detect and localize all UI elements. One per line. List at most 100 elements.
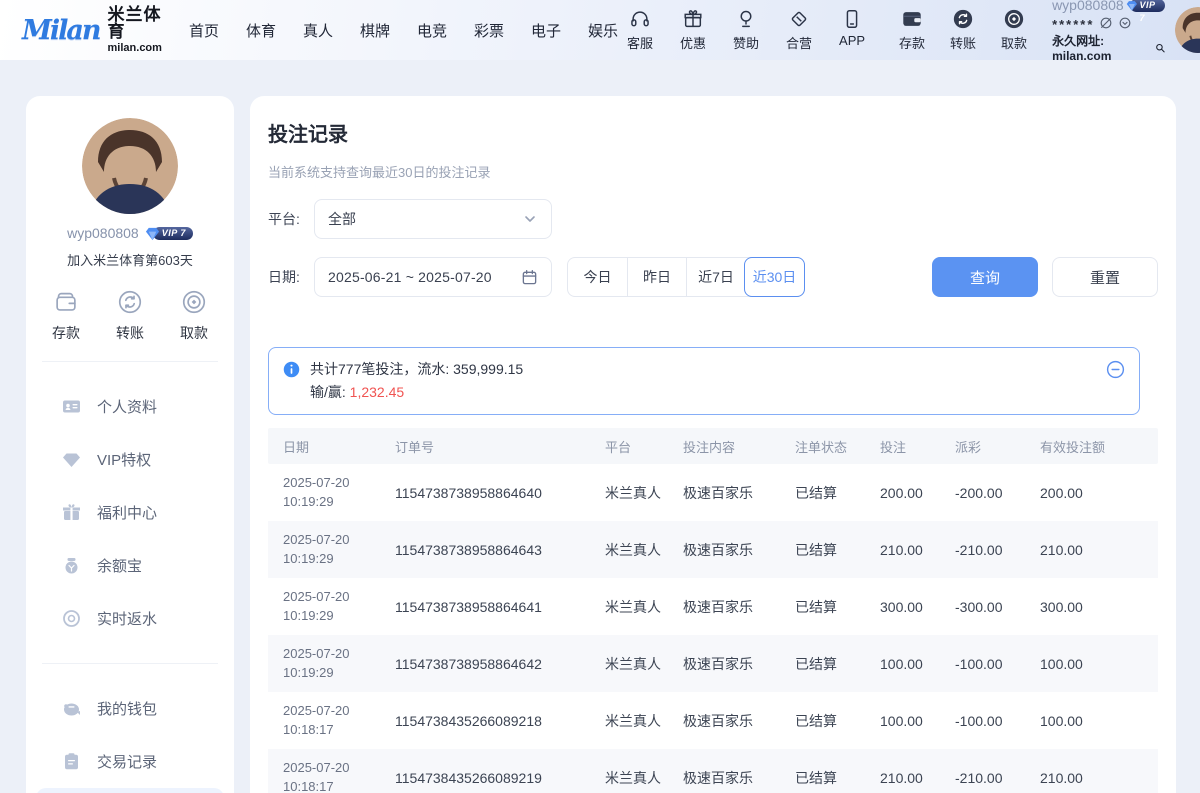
cell-payout: -100.00	[955, 713, 1040, 729]
cell-valid-bet: 100.00	[1040, 713, 1143, 729]
gift-icon	[682, 8, 704, 30]
cell-platform: 米兰真人	[605, 597, 683, 617]
cell-valid-bet: 200.00	[1040, 485, 1143, 501]
cell-valid-bet: 100.00	[1040, 656, 1143, 672]
col-header-order: 订单号	[395, 437, 605, 456]
cell-valid-bet: 210.00	[1040, 542, 1143, 558]
bet-records-table: 日期 订单号 平台 投注内容 注单状态 投注 派彩 有效投注额 2025-07-…	[268, 428, 1158, 793]
logo-cn-name: 米兰体育	[108, 6, 162, 40]
sidebar-item-rebate[interactable]: 实时返水	[26, 592, 234, 645]
clipboard-icon	[62, 752, 81, 771]
col-header-content: 投注内容	[683, 437, 795, 456]
deposit-button[interactable]: 存款	[890, 8, 934, 52]
menu-label: 个人资料	[97, 396, 157, 417]
logo-domain: milan.com	[108, 43, 162, 54]
table-row: 2025-07-20 10:18:17 1154738435266089219 …	[268, 749, 1158, 793]
minus-circle-icon	[1106, 360, 1125, 379]
divider	[42, 663, 218, 664]
withdraw-button[interactable]: 取款	[992, 8, 1036, 52]
cell-date: 2025-07-20 10:19:29	[283, 474, 395, 512]
sidebar-withdraw-button[interactable]: 取款	[180, 288, 208, 343]
col-header-platform: 平台	[605, 437, 683, 456]
cell-order-number: 1154738435266089218	[395, 713, 605, 729]
id-card-icon	[62, 397, 81, 416]
wallet-label: 转账	[950, 33, 976, 52]
promotions-button[interactable]: 优惠	[671, 8, 715, 52]
sidebar-transfer-button[interactable]: 转账	[116, 288, 144, 343]
cell-order-number: 1154738738958864641	[395, 599, 605, 615]
platform-select[interactable]: 全部	[314, 199, 552, 239]
date-range-input[interactable]: 2025-06-21 ~ 2025-07-20	[314, 257, 552, 297]
nav-item-cards[interactable]: 棋牌	[360, 20, 390, 41]
reset-button[interactable]: 重置	[1052, 257, 1158, 297]
platform-selected-value: 全部	[328, 209, 356, 229]
sidebar-item-welfare[interactable]: 福利中心	[26, 486, 234, 539]
app-download-button[interactable]: APP	[830, 8, 874, 52]
service-label: 赞助	[733, 33, 759, 52]
cell-bet-content: 极速百家乐	[683, 483, 795, 503]
cell-status: 已结算	[795, 597, 880, 617]
cell-date-time: 10:19:29	[283, 493, 387, 512]
sidebar-item-transactions[interactable]: 交易记录	[26, 735, 234, 788]
user-avatar[interactable]	[1175, 7, 1200, 53]
sidebar-item-my-wallet[interactable]: 我的钱包	[26, 682, 234, 735]
nav-item-lottery[interactable]: 彩票	[474, 20, 504, 41]
table-row: 2025-07-20 10:19:29 1154738738958864641 …	[268, 578, 1158, 635]
customer-service-button[interactable]: 客服	[618, 8, 662, 52]
nav-item-esports[interactable]: 电竞	[417, 20, 447, 41]
range-yesterday-button[interactable]: 昨日	[627, 258, 686, 296]
table-row: 2025-07-20 10:19:29 1154738738958864642 …	[268, 635, 1158, 692]
cell-bet-content: 极速百家乐	[683, 597, 795, 617]
cell-date-time: 10:19:29	[283, 607, 387, 626]
service-label: 优惠	[680, 33, 706, 52]
vip-badge: VIP 7	[145, 226, 193, 241]
col-header-valid: 有效投注额	[1040, 437, 1143, 456]
divider	[42, 361, 218, 362]
cell-payout: -200.00	[955, 485, 1040, 501]
search-button[interactable]: 查询	[932, 257, 1038, 297]
nav-item-entertainment[interactable]: 娱乐	[588, 20, 618, 41]
permanent-url-label: 永久网址: milan.com	[1052, 32, 1152, 63]
platform-label: 平台:	[268, 209, 314, 229]
sidebar-item-bet-records[interactable]: 投注记录	[36, 788, 224, 793]
sidebar-item-profile[interactable]: 个人资料	[26, 380, 234, 433]
nav-item-home[interactable]: 首页	[189, 20, 219, 41]
brand-logo[interactable]: Milan 米兰体育 milan.com	[22, 6, 162, 54]
cell-date: 2025-07-20 10:19:29	[283, 645, 395, 683]
range-today-button[interactable]: 今日	[568, 258, 627, 296]
transfer-button[interactable]: 转账	[941, 8, 985, 52]
sidebar-menu-group-2: 我的钱包 交易记录 投注记录	[26, 682, 234, 793]
partnership-button[interactable]: 合营	[777, 8, 821, 52]
nav-item-sports[interactable]: 体育	[246, 20, 276, 41]
profile-avatar[interactable]	[82, 118, 178, 214]
sponsor-button[interactable]: 赞助	[724, 8, 768, 52]
nav-item-live[interactable]: 真人	[303, 20, 333, 41]
gift-box-icon	[62, 503, 81, 522]
sidebar-deposit-button[interactable]: 存款	[52, 288, 80, 343]
menu-label: 我的钱包	[97, 698, 157, 719]
range-30days-button[interactable]: 近30日	[744, 257, 805, 297]
sidebar-item-vip[interactable]: VIP特权	[26, 433, 234, 486]
range-7days-button[interactable]: 近7日	[686, 258, 745, 296]
date-label: 日期:	[268, 267, 314, 287]
table-row: 2025-07-20 10:18:17 1154738435266089218 …	[268, 692, 1158, 749]
withdraw-outline-icon	[180, 288, 208, 316]
cell-payout: -210.00	[955, 542, 1040, 558]
sidebar-item-yuebao[interactable]: 余额宝	[26, 539, 234, 592]
wallet-label: 取款	[1001, 33, 1027, 52]
cell-platform: 米兰真人	[605, 654, 683, 674]
cell-bet-amount: 100.00	[880, 713, 955, 729]
cell-date-day: 2025-07-20	[283, 645, 387, 664]
cell-payout: -100.00	[955, 656, 1040, 672]
menu-label: 余额宝	[97, 555, 142, 576]
refresh-circle-icon[interactable]	[1118, 16, 1132, 30]
eye-off-icon[interactable]	[1099, 16, 1113, 30]
nav-item-slots[interactable]: 电子	[531, 20, 561, 41]
collapse-summary-button[interactable]	[1106, 360, 1125, 382]
cell-bet-amount: 300.00	[880, 599, 955, 615]
cell-status: 已结算	[795, 654, 880, 674]
username: wyp080808	[1052, 0, 1124, 13]
cell-status: 已结算	[795, 540, 880, 560]
magnifier-icon[interactable]	[1155, 42, 1165, 54]
vip-badge: VIP 7	[1126, 0, 1166, 13]
